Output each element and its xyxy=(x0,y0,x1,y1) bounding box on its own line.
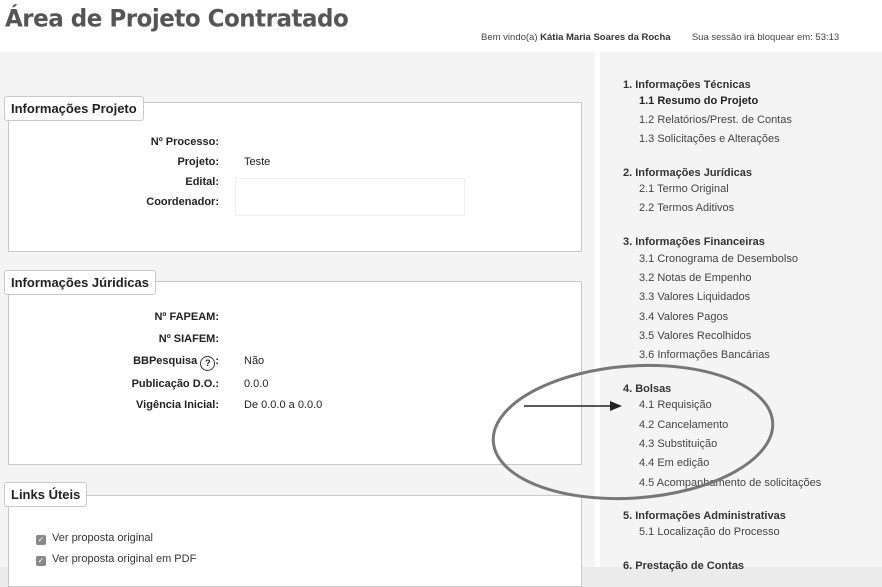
annotation-overlay xyxy=(491,363,775,501)
highlight-ellipse xyxy=(491,363,775,501)
pointer-arrow-head xyxy=(610,401,622,411)
